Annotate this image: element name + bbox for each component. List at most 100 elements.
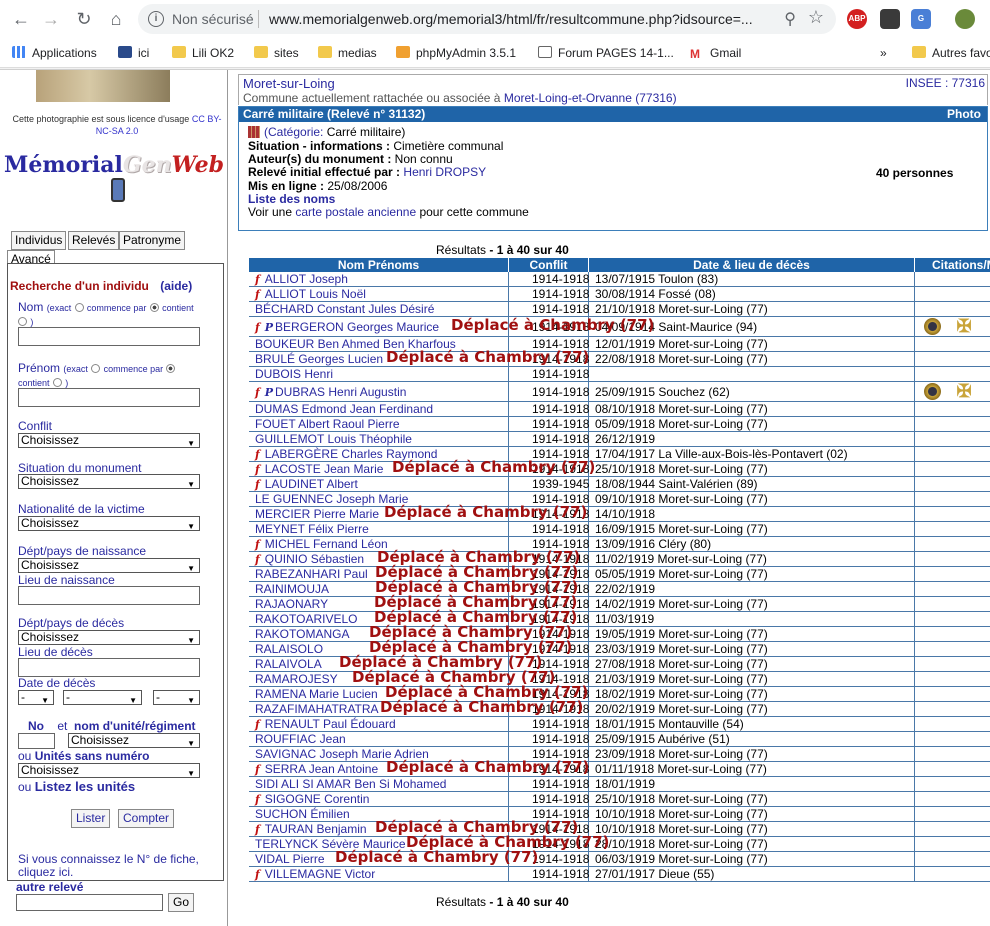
bookmark-phpmyadmin[interactable]: phpMyAdmin 3.5.1 — [396, 44, 516, 62]
liste-noms-link[interactable]: Liste des noms — [248, 192, 335, 206]
lieu-deces-input[interactable] — [18, 658, 200, 677]
photo-marker-icon[interactable]: P — [265, 386, 273, 399]
reload-icon[interactable]: ↻ — [73, 8, 95, 30]
person-name-link[interactable]: RALAISOLO — [255, 642, 323, 656]
url-text[interactable]: www.memorialgenweb.org/memorial3/html/fr… — [269, 11, 769, 27]
bookmark-other[interactable]: Autres favo — [912, 44, 990, 62]
bookmark-medias[interactable]: medias — [318, 44, 377, 62]
dept-deces-select[interactable]: Choisissez ▼ — [18, 630, 200, 645]
address-bar[interactable]: i Non sécurisé www.memorialgenweb.org/me… — [138, 4, 836, 34]
go-button[interactable]: Go — [168, 893, 195, 912]
person-name-link[interactable]: BERGERON Georges Maurice — [275, 320, 439, 334]
fiche-icon[interactable]: f — [255, 321, 260, 334]
commune-link[interactable]: Moret-Loing-et-Orvanne (77316) — [504, 91, 677, 105]
person-name-link[interactable]: VIDAL Pierre — [255, 852, 325, 866]
exact-radio[interactable] — [74, 303, 84, 312]
compter-button[interactable]: Compter — [118, 809, 175, 828]
person-name-link[interactable]: DUBRAS Henri Augustin — [275, 385, 406, 399]
carte-postale-link[interactable]: carte postale ancienne — [295, 205, 416, 219]
extension-icon[interactable] — [880, 9, 900, 29]
unite-select[interactable]: Choisissez ▼ — [68, 733, 200, 748]
person-name-link[interactable]: ALLIOT Louis Noël — [265, 287, 366, 301]
contient-radio[interactable] — [52, 378, 62, 387]
site-logo[interactable]: MémorialGenWeb — [0, 152, 228, 178]
nationalite-select[interactable]: Choisissez ▼ — [18, 516, 200, 531]
bookmarks-more-chevron-icon[interactable]: » — [880, 44, 887, 62]
fiche-icon[interactable]: f — [255, 448, 260, 461]
col-deces[interactable]: Date & lieu de décès — [589, 258, 915, 272]
person-name-link[interactable]: SUCHON Émilien — [255, 807, 350, 821]
tab-patronyme[interactable]: Patronyme — [119, 231, 186, 250]
fiche-icon[interactable]: f — [255, 868, 260, 881]
person-name-link[interactable]: RAKOTOARIVELO — [255, 612, 357, 626]
person-name-link[interactable]: QUINIO Sébastien — [265, 552, 364, 566]
listez-unites-link[interactable]: Listez les unités — [35, 779, 135, 794]
monument-photo[interactable] — [36, 70, 170, 102]
commune-title[interactable]: Moret-sur-Loing — [243, 76, 335, 91]
person-name-link[interactable]: VILLEMAGNE Victor — [265, 867, 375, 881]
profile-avatar[interactable] — [955, 9, 975, 29]
adblock-icon[interactable]: ABP — [847, 9, 867, 29]
person-name-link[interactable]: RENAULT Paul Édouard — [265, 717, 396, 731]
col-conflit[interactable]: Conflit — [509, 258, 589, 272]
person-name-link[interactable]: RAKOTOMANGA — [255, 627, 349, 641]
forward-arrow-icon[interactable]: → — [40, 8, 62, 30]
home-icon[interactable]: ⌂ — [105, 8, 127, 30]
lieu-naissance-input[interactable] — [18, 586, 200, 605]
col-nom[interactable]: Nom Prénoms — [249, 258, 509, 272]
person-name-link[interactable]: FOUET Albert Raoul Pierre — [255, 417, 400, 431]
commence-radio[interactable] — [166, 364, 176, 373]
photo-marker-icon[interactable]: P — [265, 321, 273, 334]
fiche-icon[interactable]: f — [255, 553, 260, 566]
fiche-icon[interactable]: f — [255, 538, 260, 551]
bookmark-sites[interactable]: sites — [254, 44, 299, 62]
tab-individus[interactable]: Individus — [11, 231, 67, 250]
contient-radio[interactable] — [18, 317, 27, 326]
person-name-link[interactable]: MEYNET Félix Pierre — [255, 522, 369, 536]
person-name-link[interactable]: DUBOIS Henri — [255, 367, 333, 381]
person-name-link[interactable]: LAUDINET Albert — [265, 477, 358, 491]
conflit-select[interactable]: Choisissez ▼ — [18, 433, 200, 448]
person-name-link[interactable]: RAMENA Marie Lucien — [255, 687, 378, 701]
nom-input[interactable] — [18, 327, 200, 346]
fiche-icon[interactable]: f — [255, 463, 260, 476]
person-name-link[interactable]: TAURAN Benjamin — [265, 822, 367, 836]
person-name-link[interactable]: ROUFFIAC Jean — [255, 732, 346, 746]
bookmark-gmail[interactable]: M Gmail — [690, 44, 741, 62]
person-name-link[interactable]: GUILLEMOT Louis Théophile — [255, 432, 412, 446]
dept-naissance-select[interactable]: Choisissez ▼ — [18, 558, 200, 573]
person-name-link[interactable]: RABEZANHARI Paul — [255, 567, 368, 581]
translate-icon[interactable]: G — [911, 9, 931, 29]
person-name-link[interactable]: LACOSTE Jean Marie — [265, 462, 384, 476]
zoom-icon[interactable]: ⚲ — [784, 9, 796, 29]
fiche-link[interactable]: Si vous connaissez le N° de fiche, cliqu… — [18, 853, 218, 879]
person-name-link[interactable]: BRULÉ Georges Lucien — [255, 352, 383, 366]
commence-radio[interactable] — [149, 303, 159, 312]
lister-button[interactable]: Lister — [71, 809, 111, 828]
person-name-link[interactable]: SERRA Jean Antoine — [265, 762, 378, 776]
person-name-link[interactable]: BÉCHARD Constant Jules Désiré — [255, 302, 434, 316]
person-name-link[interactable]: RAZAFIMAHATRATRA — [255, 702, 379, 716]
help-link[interactable]: (aide) — [160, 279, 192, 293]
cross-medal-icon[interactable]: ✠ — [955, 317, 973, 335]
person-name-link[interactable]: RAJAONARY — [255, 597, 328, 611]
photo-link[interactable]: Photo — [947, 107, 981, 122]
person-name-link[interactable]: MICHEL Fernand Léon — [265, 537, 388, 551]
bookmark-ici[interactable]: ici — [118, 44, 149, 62]
person-name-link[interactable]: ALLIOT Joseph — [265, 272, 348, 286]
fiche-icon[interactable]: f — [255, 823, 260, 836]
back-arrow-icon[interactable]: ← — [10, 8, 32, 30]
medal-icon[interactable] — [924, 383, 941, 400]
person-name-link[interactable]: RAMAROJESY — [255, 672, 338, 686]
fiche-icon[interactable]: f — [255, 793, 260, 806]
fiche-icon[interactable]: f — [255, 763, 260, 776]
unit-number-input[interactable] — [18, 733, 55, 749]
fiche-icon[interactable]: f — [255, 273, 260, 286]
fiche-icon[interactable]: f — [255, 288, 260, 301]
fiche-icon[interactable]: f — [255, 718, 260, 731]
bookmark-lili[interactable]: Lili OK2 — [172, 44, 234, 62]
autre-releve-input[interactable] — [16, 894, 163, 911]
day-select[interactable]: - ▼ — [18, 690, 54, 705]
person-name-link[interactable]: SIDI ALI SI AMAR Ben Si Mohamed — [255, 777, 446, 791]
tab-releves[interactable]: Relevés — [68, 231, 120, 250]
